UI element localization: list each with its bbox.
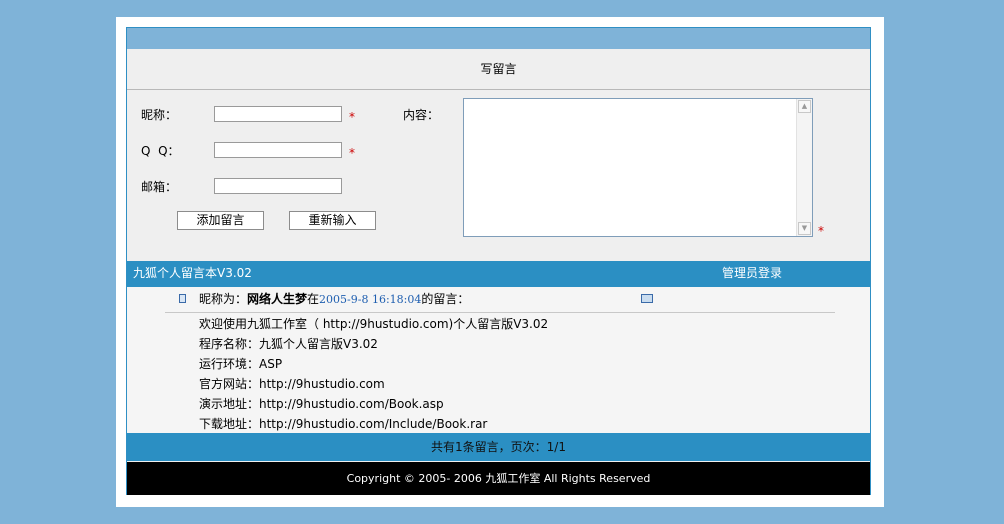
message-line: 官方网站：http://9hustudio.com	[199, 377, 385, 391]
form-title: 写留言	[127, 49, 870, 90]
divider	[165, 312, 835, 313]
qq-input[interactable]	[214, 142, 342, 158]
page-frame: 写留言 昵称： * Q Q： * 邮箱： 添加留言 重新输入 内容： ▲ ▼ *…	[116, 17, 884, 507]
nickname-label: 昵称：	[141, 108, 178, 122]
nickname-input[interactable]	[214, 106, 342, 122]
message-time: 2005-9-8 16:18:04	[319, 293, 422, 306]
message-line: 欢迎使用九狐工作室（ http://9hustudio.com)个人留言版V3.…	[199, 317, 549, 331]
email-input[interactable]	[214, 178, 342, 194]
message-line: 程序名称：九狐个人留言版V3.02	[199, 337, 378, 351]
edit-icon[interactable]	[641, 294, 653, 303]
textarea-scrollbar[interactable]: ▲ ▼	[796, 99, 812, 236]
footer-copyright: Copyright © 2005- 2006 九狐工作室 All Rights …	[127, 462, 870, 495]
book-name: 九狐个人留言本V3.02	[133, 266, 252, 280]
message-line: 下载地址：http://9hustudio.com/Include/Book.r…	[199, 417, 488, 431]
content-label: 内容：	[403, 108, 440, 122]
message-header: 昵称为：网络人生梦在2005-9-8 16:18:04的留言：	[199, 289, 469, 309]
reset-button[interactable]: 重新输入	[289, 211, 376, 230]
required-mark: *	[818, 224, 824, 238]
message-area: 昵称为：网络人生梦在2005-9-8 16:18:04的留言： 欢迎使用九狐工作…	[127, 287, 870, 433]
pagination-bar: 共有1条留言，页次：1/1	[127, 433, 870, 461]
required-mark: *	[349, 110, 355, 124]
message-suffix: 的留言：	[421, 292, 470, 306]
admin-login-link[interactable]: 管理员登录	[722, 261, 782, 285]
message-line: 演示地址：http://9hustudio.com/Book.asp	[199, 397, 444, 411]
guestbook-panel: 写留言 昵称： * Q Q： * 邮箱： 添加留言 重新输入 内容： ▲ ▼ *…	[126, 27, 871, 495]
message-prefix: 昵称为：	[199, 292, 248, 306]
add-message-button[interactable]: 添加留言	[177, 211, 264, 230]
message-icon	[179, 294, 186, 303]
qq-label: Q Q：	[141, 144, 180, 158]
scroll-down-icon[interactable]: ▼	[798, 222, 811, 235]
required-mark: *	[349, 146, 355, 160]
content-textarea[interactable]: ▲ ▼	[463, 98, 813, 237]
message-line: 运行环境：ASP	[199, 357, 283, 371]
email-label: 邮箱：	[141, 180, 178, 194]
top-bar	[127, 28, 870, 49]
scroll-up-icon[interactable]: ▲	[798, 100, 811, 113]
header-bar: 九狐个人留言本V3.02 管理员登录	[127, 261, 870, 287]
message-author: 网络人生梦	[247, 292, 308, 306]
message-in: 在	[307, 292, 320, 306]
